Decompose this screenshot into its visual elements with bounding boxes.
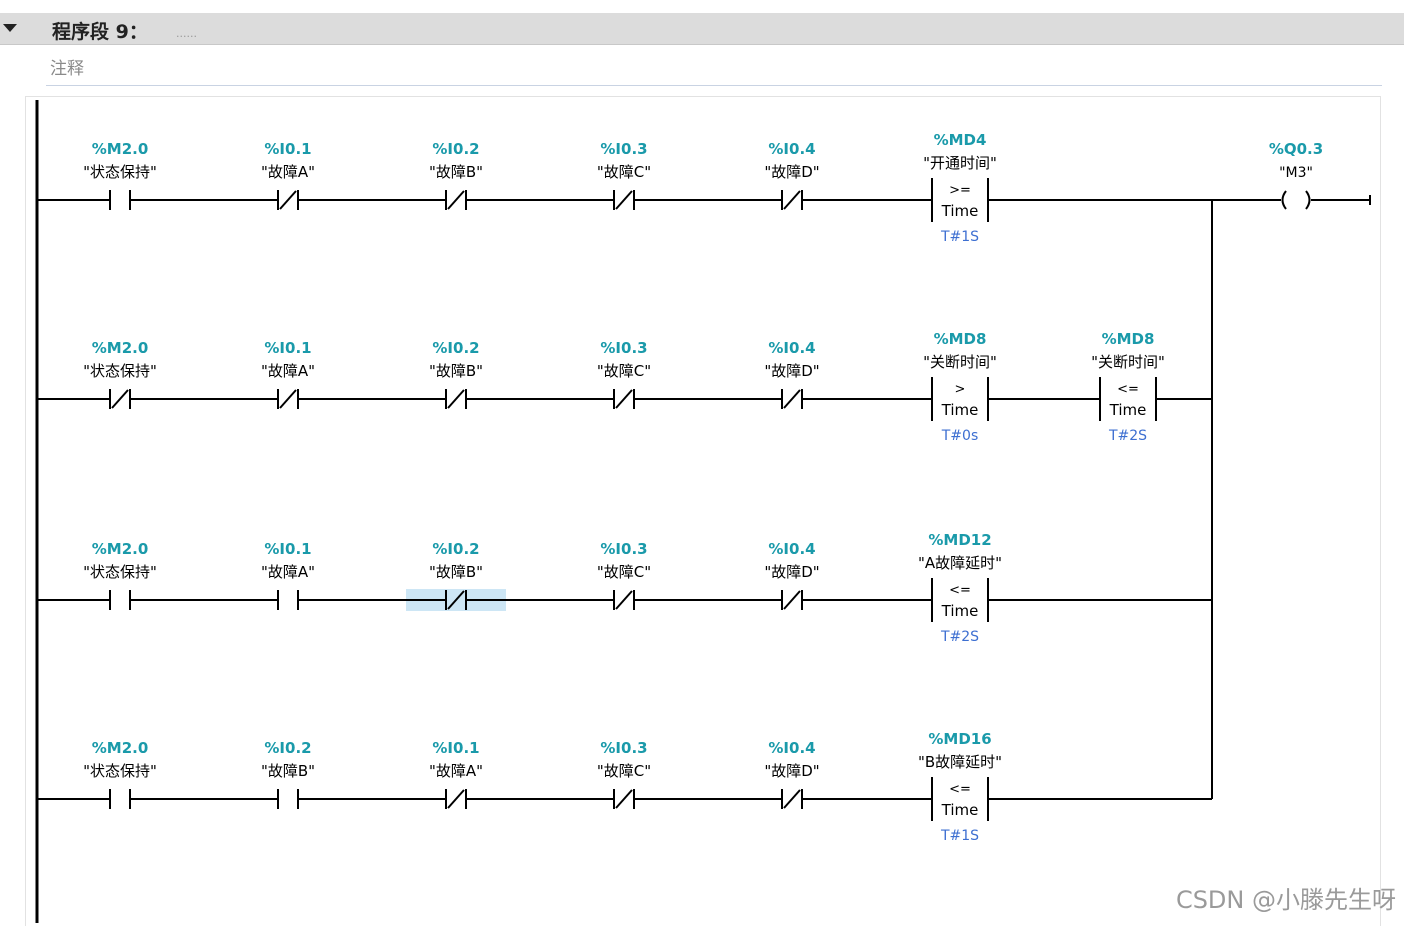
compare-instruction[interactable]: %MD12 "A故障延时" <= Time T#2S — [918, 531, 1002, 645]
operand-address: %I0.1 — [432, 739, 479, 757]
operand-tag: "开通时间" — [923, 154, 997, 172]
operand-tag: "故障A" — [429, 762, 483, 780]
rung-1[interactable]: %M2.0 "状态保持" %I0.1 "故障A" %I0.2 "故障B" %I0.3 "故障C… — [37, 131, 1371, 245]
data-type: Time — [941, 401, 979, 419]
operand-tag: "故障B" — [429, 163, 483, 181]
compare-preset: T#1S — [940, 229, 979, 245]
operand-tag: "故障D" — [764, 362, 819, 380]
ladder-diagram[interactable]: %M2.0 "状态保持" %I0.1 "故障A" %I0.2 "故障B" %I0.3 "故障C… — [0, 0, 1404, 923]
compare-instruction[interactable]: %MD4 "开通时间" >= Time T#1S — [923, 131, 997, 245]
operand-address: %I0.3 — [600, 540, 647, 558]
operand-tag: "故障A" — [261, 563, 315, 581]
operand-tag: "M3" — [1279, 165, 1313, 181]
operand-address: %I0.2 — [264, 739, 311, 757]
compare-preset: T#1S — [940, 828, 979, 844]
operand-tag: "故障C" — [597, 163, 651, 181]
operand-address: %MD16 — [928, 730, 991, 748]
operand-address: %I0.2 — [432, 339, 479, 357]
compare-operator: <= — [949, 782, 971, 797]
operand-address: %M2.0 — [92, 339, 149, 357]
operand-address: %MD4 — [934, 131, 987, 149]
data-type: Time — [941, 202, 979, 220]
operand-address: %M2.0 — [92, 739, 149, 757]
compare-preset: T#0s — [941, 428, 978, 444]
operand-tag: "状态保持" — [83, 362, 157, 380]
compare-instruction[interactable]: %MD8 "关断时间" <= Time T#2S — [1091, 330, 1165, 444]
operand-tag: "B故障延时" — [918, 753, 1002, 771]
output-coil[interactable]: %Q0.3 "M3" — [1269, 140, 1323, 210]
operand-tag: "故障D" — [764, 762, 819, 780]
operand-address: %I0.3 — [600, 739, 647, 757]
rung-4[interactable]: %M2.0 "状态保持" %I0.2 "故障B" %I0.1 "故障A" %I0.3 "故障C… — [37, 730, 1212, 844]
operand-address: %I0.1 — [264, 339, 311, 357]
data-type: Time — [941, 602, 979, 620]
compare-operator: >= — [949, 183, 971, 198]
data-type: Time — [1109, 401, 1147, 419]
compare-operator: <= — [949, 583, 971, 598]
rung-2[interactable]: %M2.0 "状态保持" %I0.1 "故障A" %I0.2 "故障B" %I0.3 "故障C… — [37, 330, 1212, 444]
operand-address: %MD12 — [928, 531, 991, 549]
compare-operator: <= — [1117, 382, 1139, 397]
operand-address: %I0.1 — [264, 140, 311, 158]
operand-tag: "故障B" — [429, 563, 483, 581]
compare-operator: > — [955, 382, 966, 397]
operand-tag: "关断时间" — [1091, 353, 1165, 371]
operand-address: %I0.3 — [600, 339, 647, 357]
operand-address: %I0.2 — [432, 140, 479, 158]
operand-address: %M2.0 — [92, 140, 149, 158]
watermark: CSDN @小滕先生呀 — [1175, 886, 1396, 914]
data-type: Time — [941, 801, 979, 819]
operand-address: %Q0.3 — [1269, 140, 1323, 158]
compare-instruction[interactable]: %MD8 "关断时间" > Time T#0s — [923, 330, 997, 444]
operand-address: %MD8 — [934, 330, 987, 348]
operand-address: %I0.4 — [768, 140, 815, 158]
operand-tag: "故障B" — [429, 362, 483, 380]
operand-tag: "故障D" — [764, 163, 819, 181]
operand-address: %I0.4 — [768, 339, 815, 357]
operand-tag: "状态保持" — [83, 563, 157, 581]
operand-tag: "故障B" — [261, 762, 315, 780]
operand-address: %M2.0 — [92, 540, 149, 558]
operand-tag: "A故障延时" — [918, 554, 1002, 572]
operand-tag: "故障C" — [597, 362, 651, 380]
operand-address: %MD8 — [1102, 330, 1155, 348]
operand-address: %I0.2 — [432, 540, 479, 558]
operand-tag: "故障C" — [597, 762, 651, 780]
operand-tag: "故障A" — [261, 163, 315, 181]
rung-3[interactable]: %M2.0 "状态保持" %I0.1 "故障A" %I0.2 "故障B" %I0.3 "故障C… — [37, 531, 1212, 645]
operand-address: %I0.4 — [768, 540, 815, 558]
operand-tag: "状态保持" — [83, 762, 157, 780]
operand-tag: "故障C" — [597, 563, 651, 581]
operand-address: %I0.1 — [264, 540, 311, 558]
compare-preset: T#2S — [940, 629, 979, 645]
operand-tag: "状态保持" — [83, 163, 157, 181]
operand-tag: "故障A" — [261, 362, 315, 380]
operand-address: %I0.4 — [768, 739, 815, 757]
operand-tag: "关断时间" — [923, 353, 997, 371]
operand-tag: "故障D" — [764, 563, 819, 581]
operand-address: %I0.3 — [600, 140, 647, 158]
compare-preset: T#2S — [1108, 428, 1147, 444]
compare-instruction[interactable]: %MD16 "B故障延时" <= Time T#1S — [918, 730, 1002, 844]
